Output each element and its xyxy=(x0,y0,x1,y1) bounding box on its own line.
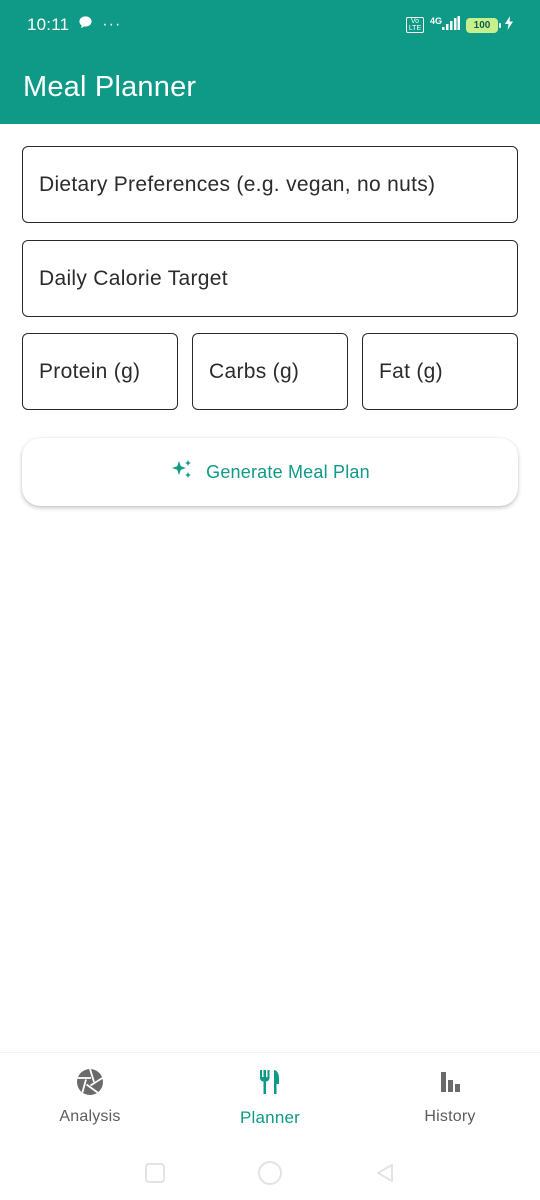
recent-apps-icon[interactable] xyxy=(144,1162,166,1189)
protein-field[interactable]: Protein (g) xyxy=(22,333,178,410)
carbs-field[interactable]: Carbs (g) xyxy=(192,333,348,410)
volte-bottom-text: LTE xyxy=(408,25,422,32)
generate-meal-plan-label: Generate Meal Plan xyxy=(206,461,370,482)
screen: 10:11 ··· Vo LTE 4G 100 Meal Planner Die… xyxy=(0,0,540,1200)
calorie-target-placeholder: Daily Calorie Target xyxy=(39,266,228,290)
status-bar: 10:11 ··· Vo LTE 4G 100 xyxy=(0,0,540,50)
carbs-placeholder: Carbs (g) xyxy=(209,359,300,383)
app-bar: Meal Planner xyxy=(0,50,540,124)
status-right: Vo LTE 4G 100 xyxy=(405,15,514,35)
volte-icon: Vo LTE xyxy=(405,17,424,33)
back-icon[interactable] xyxy=(374,1162,396,1189)
battery-icon: 100 xyxy=(466,17,501,33)
sparkle-icon xyxy=(170,458,194,487)
nav-label-history: History xyxy=(424,1108,476,1125)
network-type: 4G xyxy=(429,16,442,26)
page-title: Meal Planner xyxy=(23,70,197,103)
status-more-icon: ··· xyxy=(102,16,122,33)
nav-item-planner[interactable]: Planner xyxy=(180,1053,360,1150)
charging-icon xyxy=(504,15,514,35)
camera-aperture-icon xyxy=(75,1067,105,1102)
protein-placeholder: Protein (g) xyxy=(39,359,141,383)
fork-knife-icon xyxy=(255,1067,285,1102)
status-time: 10:11 xyxy=(27,15,70,34)
fat-placeholder: Fat (g) xyxy=(379,359,443,383)
bottom-nav: Analysis Planner History xyxy=(0,1052,540,1150)
generate-meal-plan-button[interactable]: Generate Meal Plan xyxy=(22,438,518,506)
dietary-preferences-placeholder: Dietary Preferences (e.g. vegan, no nuts… xyxy=(39,172,436,196)
signal-icon xyxy=(442,15,460,35)
battery-level: 100 xyxy=(473,19,491,31)
nav-item-history[interactable]: History xyxy=(360,1053,540,1150)
system-nav-bar xyxy=(0,1150,540,1200)
home-icon[interactable] xyxy=(256,1159,284,1192)
nav-label-analysis: Analysis xyxy=(59,1108,121,1125)
fat-field[interactable]: Fat (g) xyxy=(362,333,518,410)
status-left: 10:11 ··· xyxy=(27,15,121,35)
nav-item-analysis[interactable]: Analysis xyxy=(0,1053,180,1150)
chat-bubble-icon xyxy=(78,15,93,35)
nav-label-planner: Planner xyxy=(240,1108,300,1127)
calorie-target-field[interactable]: Daily Calorie Target xyxy=(22,240,518,317)
dietary-preferences-field[interactable]: Dietary Preferences (e.g. vegan, no nuts… xyxy=(22,146,518,223)
volte-top-text: Vo xyxy=(410,18,420,25)
bar-chart-icon xyxy=(435,1067,465,1102)
